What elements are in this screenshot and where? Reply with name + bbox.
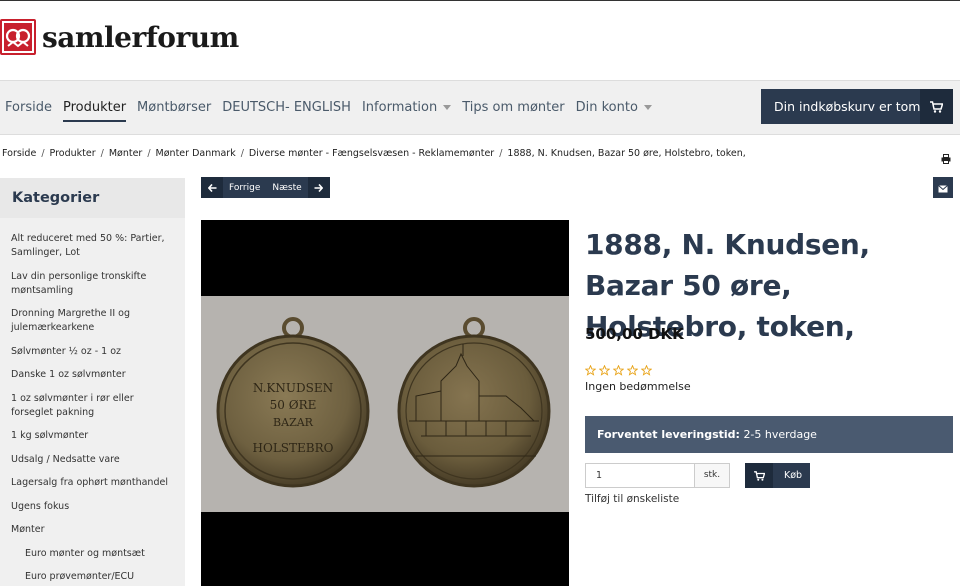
category-item[interactable]: Euro prøvemønter/ECU bbox=[0, 570, 185, 584]
category-item[interactable]: Alt reduceret med 50 %: Partier, Samling… bbox=[0, 232, 185, 260]
chevron-down-icon bbox=[443, 105, 452, 110]
site-logo[interactable]: samlerforum bbox=[0, 19, 239, 55]
rating-text: Ingen bedømmelse bbox=[585, 380, 691, 393]
category-item[interactable]: Ugens fokus bbox=[0, 500, 185, 514]
buy-label: Køb bbox=[784, 470, 803, 481]
breadcrumb-item: 1888, N. Knudsen, Bazar 50 øre, Holstebr… bbox=[507, 148, 746, 159]
breadcrumb-item[interactable]: Mønter Danmark bbox=[156, 148, 236, 159]
email-button[interactable] bbox=[933, 177, 953, 198]
coin-text-line-2: 50 ØRE bbox=[270, 398, 317, 412]
coin-text-line-4: HOLSTEBRO bbox=[253, 441, 334, 455]
rating-stars[interactable] bbox=[585, 365, 652, 376]
nav-item-label: DEUTSCH- ENGLISH bbox=[222, 100, 351, 115]
wishlist-link[interactable]: Tilføj til ønskeliste bbox=[585, 493, 679, 505]
cart-icon bbox=[745, 463, 773, 488]
breadcrumb-separator: / bbox=[100, 148, 104, 159]
delivery-label: Forventet leveringstid: bbox=[597, 428, 740, 441]
nav-item-information[interactable]: Information bbox=[361, 81, 452, 136]
prev-label: Forrige bbox=[229, 182, 261, 193]
print-icon[interactable] bbox=[941, 149, 951, 164]
prev-button[interactable]: Forrige bbox=[201, 177, 267, 198]
star-icon[interactable] bbox=[613, 365, 624, 376]
nav-item-label: Møntbørser bbox=[137, 100, 212, 115]
cart-label: Din indkøbskurv er tom bbox=[774, 99, 921, 114]
star-icon[interactable] bbox=[641, 365, 652, 376]
coin-text-line-1: N.KNUDSEN bbox=[253, 381, 333, 395]
next-button[interactable]: Næste bbox=[266, 177, 330, 198]
quantity-unit: stk. bbox=[695, 463, 730, 488]
star-icon[interactable] bbox=[627, 365, 638, 376]
next-label: Næste bbox=[272, 182, 302, 193]
category-item[interactable]: 1 oz sølvmønter i rør eller forseglet pa… bbox=[0, 392, 185, 420]
nav-item-label: Tips om mønter bbox=[462, 100, 565, 115]
quantity-input[interactable]: 1 bbox=[585, 463, 695, 488]
nav-item-din-konto[interactable]: Din konto bbox=[576, 81, 652, 136]
logo-mark-icon bbox=[0, 19, 36, 55]
category-item[interactable]: Lav din personlige tronskifte møntsamlin… bbox=[0, 270, 185, 298]
breadcrumb-item[interactable]: Mønter bbox=[109, 148, 143, 159]
category-item[interactable]: Danske 1 oz sølvmønter bbox=[0, 368, 185, 382]
breadcrumb-separator: / bbox=[41, 148, 45, 159]
delivery-info: Forventet leveringstid: 2-5 hverdage bbox=[585, 416, 953, 453]
nav-item-label: Produkter bbox=[62, 100, 127, 115]
category-item[interactable]: Mønter bbox=[0, 523, 185, 537]
nav-item-møntbørser[interactable]: Møntbørser bbox=[137, 81, 211, 136]
chevron-down-icon bbox=[643, 105, 652, 110]
nav-item-label: Forside bbox=[5, 100, 52, 115]
coin-photo: N.KNUDSEN 50 ØRE BAZAR HOLSTEBRO bbox=[201, 296, 569, 512]
logo-text: samlerforum bbox=[42, 20, 239, 54]
envelope-icon bbox=[938, 178, 948, 197]
breadcrumb-separator: / bbox=[147, 148, 151, 159]
nav-item-label: Din konto bbox=[575, 100, 638, 115]
category-item[interactable]: Euro mønter og møntsæt bbox=[0, 547, 185, 561]
nav-item-produkter[interactable]: Produkter bbox=[62, 81, 127, 136]
category-item[interactable]: Dronning Margrethe II og julemærkearkene bbox=[0, 307, 185, 335]
cart-icon bbox=[920, 89, 953, 124]
arrow-right-icon bbox=[307, 177, 330, 198]
category-item[interactable]: Lagersalg fra ophørt mønthandel bbox=[0, 476, 185, 490]
star-icon[interactable] bbox=[585, 365, 596, 376]
breadcrumb-separator: / bbox=[240, 148, 244, 159]
nav-item-forside[interactable]: Forside bbox=[5, 81, 52, 136]
breadcrumb-separator: / bbox=[499, 148, 503, 159]
category-item[interactable]: Udsalg / Nedsatte vare bbox=[0, 453, 185, 467]
category-sidebar: Kategorier Alt reduceret med 50 %: Parti… bbox=[0, 178, 185, 586]
nav-item-deutsch-english[interactable]: DEUTSCH- ENGLISH bbox=[222, 81, 351, 136]
nav-item-label: Information bbox=[361, 100, 438, 115]
breadcrumb-item[interactable]: Produkter bbox=[50, 148, 96, 159]
star-icon[interactable] bbox=[599, 365, 610, 376]
category-list: Alt reduceret med 50 %: Partier, Samling… bbox=[0, 218, 185, 584]
category-item[interactable]: 1 kg sølvmønter bbox=[0, 429, 185, 443]
arrow-left-icon bbox=[201, 177, 223, 198]
product-image[interactable]: N.KNUDSEN 50 ØRE BAZAR HOLSTEBRO bbox=[201, 220, 569, 586]
cart-button[interactable]: Din indkøbskurv er tom bbox=[761, 89, 953, 124]
category-item[interactable]: Sølvmønter ½ oz - 1 oz bbox=[0, 345, 185, 359]
product-price: 500,00 DKK bbox=[585, 325, 684, 343]
breadcrumb: Forside / Produkter / Mønter / Mønter Danmark /… bbox=[2, 148, 746, 159]
nav-item-tips-om-mønter[interactable]: Tips om mønter bbox=[462, 81, 564, 136]
buy-button[interactable]: Køb bbox=[745, 463, 810, 488]
sidebar-title: Kategorier bbox=[0, 178, 185, 218]
product-pager: Forrige Næste bbox=[201, 177, 330, 198]
coin-text-line-3: BAZAR bbox=[273, 416, 314, 429]
breadcrumb-item[interactable]: Forside bbox=[2, 148, 36, 159]
delivery-value: 2-5 hverdage bbox=[743, 428, 817, 441]
breadcrumb-item[interactable]: Diverse mønter - Fængselsvæsen - Reklame… bbox=[249, 148, 494, 159]
site-header: samlerforum bbox=[0, 0, 960, 80]
